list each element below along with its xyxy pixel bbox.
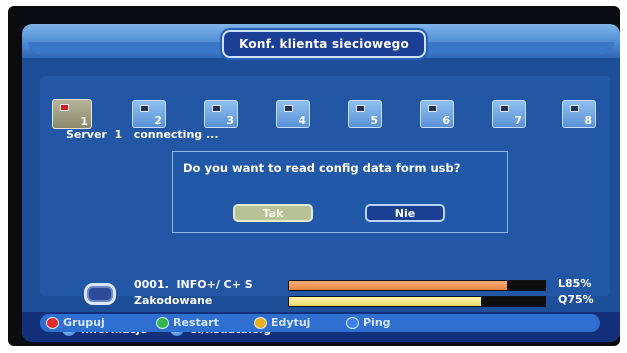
server-tile-number: 7 [514,114,522,127]
dialog-message: Do you want to read config data form usb… [183,161,461,175]
footer-button-label: Grupuj [63,316,105,329]
channel-name: 0001. INFO+/ C+ S [134,278,253,291]
footer-button-label: Restart [173,316,219,329]
server-icon [428,105,437,112]
red-button-icon [46,316,59,329]
server-tile-number: 3 [226,114,234,127]
footer-button-restart[interactable]: Restart [156,316,219,329]
server-tile-number: 6 [442,114,450,127]
footer-button-grupuj[interactable]: Grupuj [46,316,105,329]
server-tile-8[interactable]: 8 [562,100,596,128]
tv-channel-icon [84,283,116,305]
server-tile-4[interactable]: 4 [276,100,310,128]
server-status-text: connecting ... [133,128,219,141]
window-title: Konf. klienta sieciowego [222,30,426,58]
server-icon [212,105,221,112]
server-icon [356,105,365,112]
server-tile-6[interactable]: 6 [420,100,454,128]
footer-button-label: Edytuj [271,316,311,329]
server-tiles: 1 2 3 4 5 6 7 8 [52,99,612,130]
signal-quality-bar [288,296,546,307]
signal-quality-label: Q75% [558,293,594,306]
yellow-button-icon [254,316,267,329]
no-button[interactable]: Nie [365,204,445,222]
server-tile-3[interactable]: 3 [204,100,238,128]
green-button-icon [156,316,169,329]
server-icon [284,105,293,112]
blue-button-icon [346,316,359,329]
signal-level-bar [288,280,546,291]
server-icon [500,105,509,112]
yes-button[interactable]: Tak [233,204,313,222]
server-status: Server 1 connecting ... [66,128,219,141]
server-status-label: Server [66,128,107,141]
footer-button-edytuj[interactable]: Edytuj [254,316,310,329]
server-status-number: 1 [114,128,123,141]
server-icon [140,105,149,112]
channel-encryption-status: Zakodowane [134,294,213,307]
tv-frame: Konf. klienta sieciowego 1 2 3 4 5 6 7 8… [8,6,620,346]
confirm-dialog: Do you want to read config data form usb… [172,151,508,233]
footer-button-ping[interactable]: Ping [346,316,391,329]
server-tile-5[interactable]: 5 [348,100,382,128]
server-icon [570,105,579,112]
osd-screen: Konf. klienta sieciowego 1 2 3 4 5 6 7 8… [22,24,620,342]
signal-level-fill [289,281,507,290]
server-tile-1[interactable]: 1 [52,99,92,129]
signal-quality-fill [289,297,481,306]
footer-button-label: Ping [363,316,391,329]
server-tile-7[interactable]: 7 [492,100,526,128]
server-tile-number: 5 [370,114,378,127]
signal-level-label: L85% [558,277,592,290]
footer-buttons-bar: Grupuj Restart Edytuj Ping [40,314,600,332]
server-tile-2[interactable]: 2 [132,100,166,128]
server-tile-number: 1 [80,115,88,128]
server-icon [60,104,69,111]
server-tile-number: 8 [584,114,592,127]
server-tile-number: 2 [154,114,162,127]
server-tile-number: 4 [298,114,306,127]
